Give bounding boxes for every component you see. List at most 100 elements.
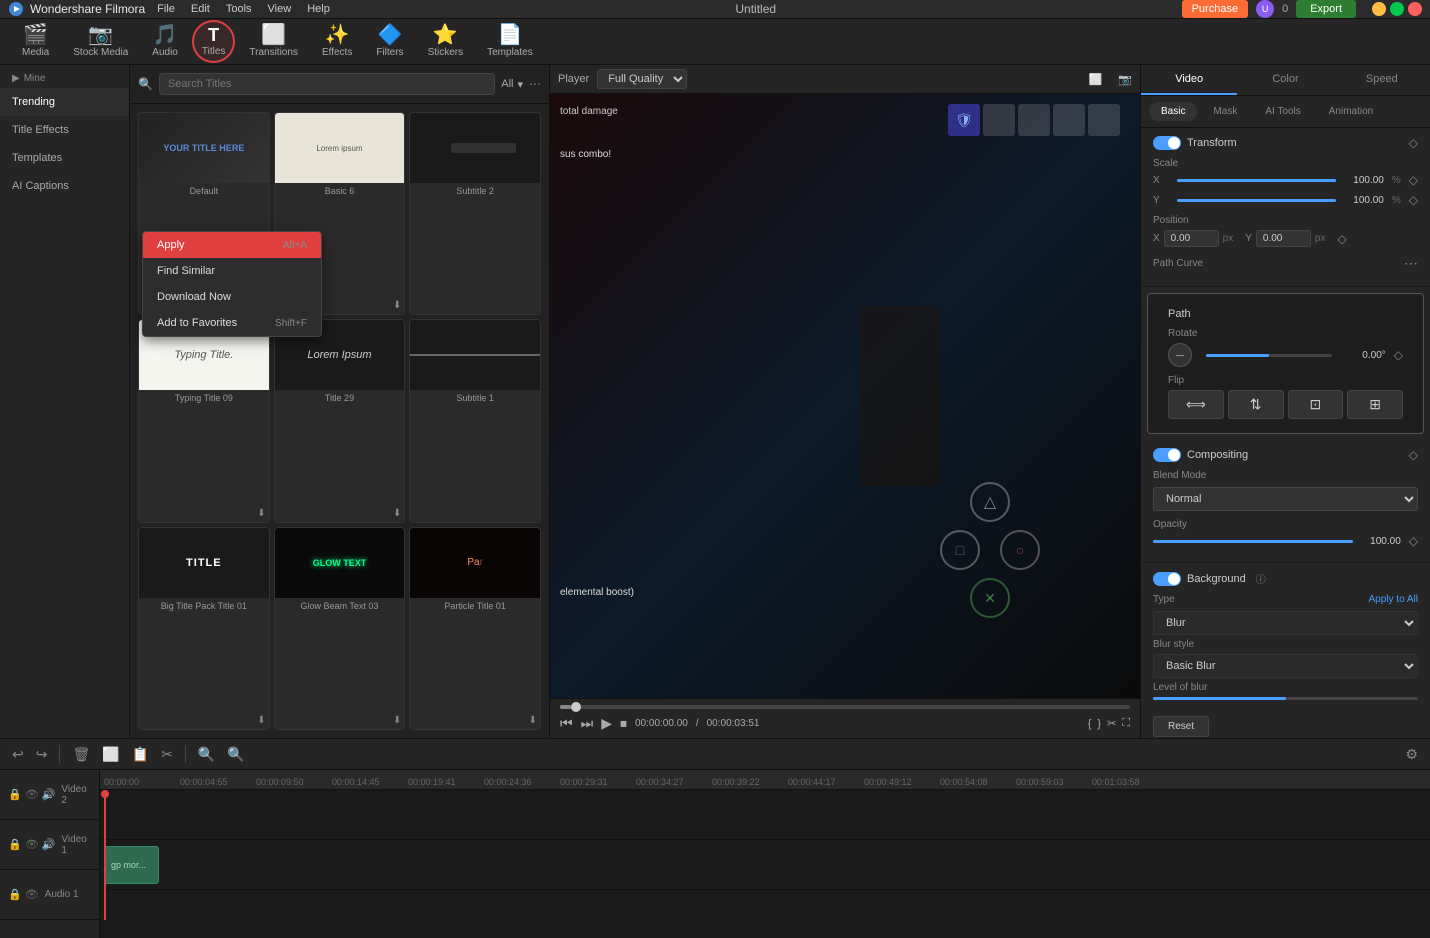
paste-button[interactable]: 📋 (128, 744, 153, 765)
tool-transitions[interactable]: ⬜ Transitions (239, 19, 308, 64)
tab-video[interactable]: Video (1141, 65, 1237, 95)
tab-speed[interactable]: Speed (1334, 65, 1430, 95)
redo-button[interactable]: ↪ (32, 744, 52, 765)
track-a1-lock-icon[interactable]: 🔒 (8, 888, 22, 901)
out-point-button[interactable]: } (1097, 718, 1101, 730)
reset-button[interactable]: Reset (1153, 716, 1209, 737)
track-clip-gp[interactable]: gp mor... (104, 846, 159, 884)
play-button[interactable]: ▶ (601, 715, 612, 732)
rotate-keyframe[interactable]: ◇ (1394, 348, 1403, 362)
minimize-button[interactable] (1372, 2, 1386, 16)
tab-color[interactable]: Color (1237, 65, 1333, 95)
timeline-seekbar[interactable] (560, 705, 1130, 709)
left-templates[interactable]: Templates (0, 144, 129, 172)
menu-file[interactable]: File (157, 3, 175, 15)
opacity-slider[interactable] (1153, 540, 1353, 543)
tool-templates[interactable]: 📄 Templates (477, 19, 543, 64)
background-toggle[interactable] (1153, 572, 1181, 586)
flip-btn3[interactable]: ⊡ (1288, 390, 1344, 419)
track-lock-icon[interactable]: 🔒 (8, 788, 22, 801)
blend-mode-select[interactable]: Normal (1153, 487, 1418, 511)
menu-tools[interactable]: Tools (226, 3, 252, 15)
purchase-button[interactable]: Purchase (1182, 0, 1248, 18)
tool-filters[interactable]: 🔷 Filters (366, 19, 413, 64)
track-v1-lock-icon[interactable]: 🔒 (8, 838, 22, 851)
rotate-slider[interactable] (1206, 354, 1332, 357)
tool-effects[interactable]: ✨ Effects (312, 19, 362, 64)
background-info-icon[interactable]: ⓘ (1256, 571, 1266, 586)
tool-stickers[interactable]: ⭐ Stickers (418, 19, 474, 64)
close-button[interactable] (1408, 2, 1422, 16)
subtab-animation[interactable]: Animation (1317, 102, 1385, 121)
copy-button[interactable]: ⬜ (98, 744, 123, 765)
transform-keyframe-button[interactable]: ◇ (1409, 136, 1418, 150)
blur-level-slider[interactable] (1153, 697, 1418, 700)
title-card-glow[interactable]: ♥ GLOW TEXT Glow Beam Text 03 ⬇ (274, 527, 406, 730)
title-card-particle[interactable]: ♥ Par Particle Title 01 ⬇ (409, 527, 541, 730)
title-card-subtitle2[interactable]: Subtitle 2 (409, 112, 541, 315)
context-favorites[interactable]: Add to Favorites Shift+F (143, 310, 321, 336)
split-button[interactable]: ✂ (1107, 717, 1116, 730)
aspect-ratio-icon[interactable]: ⬜ (1089, 73, 1103, 86)
position-x-input[interactable] (1164, 230, 1219, 247)
title-card-typing[interactable]: Typing Title. Typing Title 09 ⬇ (138, 319, 270, 522)
scale-y-keyframe[interactable]: ◇ (1409, 193, 1418, 207)
fullscreen-button[interactable]: ⛶ (1122, 717, 1130, 730)
subtab-mask[interactable]: Mask (1201, 102, 1249, 121)
path-curve-button[interactable]: ⋯ (1404, 255, 1418, 272)
more-options-icon[interactable]: ⋯ (529, 77, 541, 91)
title-card-bigtitle[interactable]: TITLE Big Title Pack Title 01 ⬇ (138, 527, 270, 730)
track-v1-visible-icon[interactable]: 👁 (25, 838, 39, 851)
scale-x-keyframe[interactable]: ◇ (1409, 173, 1418, 187)
tool-media[interactable]: 🎬 Media (12, 19, 59, 64)
zoom-in-button[interactable]: 🔍 (194, 744, 219, 765)
quality-select[interactable]: Full Quality (597, 69, 687, 89)
left-ai-captions[interactable]: AI Captions (0, 172, 129, 200)
context-find-similar[interactable]: Find Similar (143, 258, 321, 284)
skip-back-button[interactable]: ⏮ (560, 715, 573, 732)
delete-button[interactable]: 🗑 (68, 744, 94, 765)
flip-h-button[interactable]: ⟺ (1168, 390, 1224, 419)
tool-audio[interactable]: 🎵 Audio (142, 19, 188, 64)
menu-help[interactable]: Help (307, 3, 330, 15)
compositing-toggle[interactable] (1153, 448, 1181, 462)
bg-type-select[interactable]: Blur (1153, 611, 1418, 635)
filter-dropdown[interactable]: All ▾ (501, 78, 523, 91)
maximize-button[interactable] (1390, 2, 1404, 16)
search-input[interactable] (159, 73, 495, 95)
subtab-basic[interactable]: Basic (1149, 102, 1197, 121)
undo-button[interactable]: ↩ (8, 744, 28, 765)
rotate-dial[interactable] (1168, 343, 1192, 367)
left-title-effects[interactable]: Title Effects (0, 116, 129, 144)
subtab-aitools[interactable]: AI Tools (1253, 102, 1312, 121)
position-keyframe[interactable]: ◇ (1337, 232, 1346, 246)
flip-v-button[interactable]: ⇅ (1228, 390, 1284, 419)
position-y-input[interactable] (1256, 230, 1311, 247)
context-download[interactable]: Download Now (143, 284, 321, 310)
transform-toggle[interactable] (1153, 136, 1181, 150)
play-prev-button[interactable]: ⏭ (581, 715, 594, 732)
blur-style-select[interactable]: Basic Blur (1153, 654, 1418, 678)
left-trending[interactable]: Trending (0, 88, 129, 116)
scale-y-slider[interactable] (1177, 199, 1336, 202)
track-audio-icon[interactable]: 🔊 (42, 788, 56, 801)
opacity-keyframe[interactable]: ◇ (1409, 534, 1418, 548)
title-card-title29[interactable]: Lorem Ipsum Title 29 ⬇ (274, 319, 406, 522)
zoom-out-button[interactable]: 🔍 (223, 744, 248, 765)
flip-btn4[interactable]: ⊞ (1347, 390, 1403, 419)
stop-button[interactable]: ⏹ (620, 715, 627, 732)
scale-x-slider[interactable] (1177, 179, 1336, 182)
settings-button[interactable]: ⚙ (1401, 744, 1422, 765)
left-mine-section[interactable]: ▶ Mine (0, 65, 129, 88)
apply-all-button[interactable]: Apply to All (1369, 594, 1418, 605)
screenshot-icon[interactable]: 📷 (1118, 73, 1132, 86)
track-a1-visible-icon[interactable]: 👁 (25, 888, 39, 901)
in-point-button[interactable]: { (1088, 718, 1092, 730)
tool-titles[interactable]: T Titles (192, 20, 236, 63)
track-v1-audio-icon[interactable]: 🔊 (42, 838, 56, 851)
context-apply[interactable]: Apply Alt+A (143, 232, 321, 258)
menu-edit[interactable]: Edit (191, 3, 210, 15)
cut-button[interactable]: ✂ (157, 744, 177, 765)
tool-stock[interactable]: 📷 Stock Media (63, 19, 138, 64)
compositing-keyframe[interactable]: ◇ (1409, 448, 1418, 462)
